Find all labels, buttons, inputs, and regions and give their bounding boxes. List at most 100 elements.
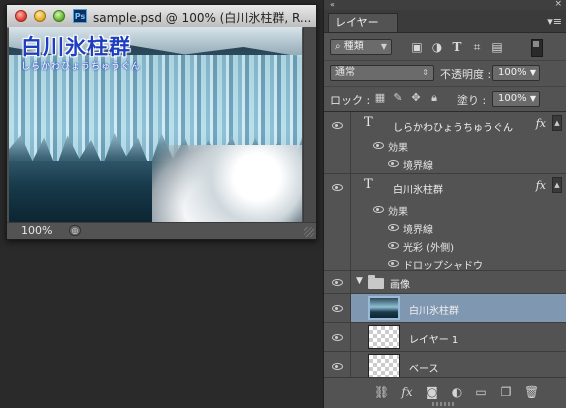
lock-all-icon[interactable]: 🔒︎ [428, 92, 440, 104]
document-status-bar: 100% ◎ [7, 222, 316, 239]
lock-row: ロック : ▦ ✎ ✥ 🔒︎ 塗り : 100% ▼ [324, 87, 566, 112]
tab-layers[interactable]: レイヤー [328, 13, 398, 32]
filter-toggle-knob [533, 41, 539, 47]
eye-icon[interactable] [388, 224, 399, 231]
effects-label: 効果 [388, 207, 408, 218]
layers-bottom-toolbar: ⛓︎ fx ◙ ◐ ▭ ❐ 🗑︎ [324, 377, 566, 408]
blend-mode-select[interactable]: 通常 ⇕ [330, 65, 434, 81]
filter-shape-icon[interactable]: ⌗ [470, 40, 484, 54]
layer-name[interactable]: しらかわひょうちゅうぐん [393, 119, 513, 134]
layer-name[interactable]: レイヤー 1 [409, 331, 458, 346]
effects-expand-toggle[interactable]: ▲ [552, 115, 562, 131]
text-layer-icon: T [364, 115, 373, 130]
add-mask-icon[interactable]: ◙ [425, 385, 439, 399]
effect-name[interactable]: 境界線 [403, 157, 433, 172]
eye-icon[interactable] [373, 206, 384, 213]
layer-name[interactable]: 画像 [390, 276, 410, 291]
chevron-down-icon[interactable]: ▼ [530, 66, 536, 80]
eye-icon[interactable] [388, 260, 399, 267]
fx-icon[interactable]: fx [536, 179, 546, 192]
filter-pixel-icon[interactable]: ▣ [410, 40, 424, 54]
new-adjustment-icon[interactable]: ◐ [450, 385, 464, 399]
group-expand-triangle-icon[interactable]: ▼ [356, 276, 363, 286]
eye-icon[interactable] [332, 305, 343, 312]
visibility-column [324, 352, 351, 377]
layer-row-selected[interactable]: 白川氷柱群 [324, 294, 566, 323]
layer-name[interactable]: 白川氷柱群 [393, 181, 443, 196]
resize-grip-icon[interactable] [304, 227, 314, 237]
chevron-down-icon: ▼ [380, 42, 387, 51]
lock-position-icon[interactable]: ✥ [410, 92, 422, 104]
layer-row[interactable]: T 白川氷柱群 fx ▲ 効果 境界線 光彩 (外側) ドロップシャドウ [324, 174, 566, 272]
eye-icon[interactable] [332, 363, 343, 370]
vertical-scrollbar[interactable] [303, 27, 316, 225]
effects-expand-toggle[interactable]: ▲ [552, 177, 562, 193]
close-window-button[interactable] [15, 10, 27, 22]
layer-name[interactable]: 白川氷柱群 [409, 302, 459, 317]
eye-icon[interactable] [388, 160, 399, 167]
effect-name[interactable]: 境界線 [403, 221, 433, 236]
collapse-panel-icon[interactable]: « [330, 0, 335, 9]
document-canvas[interactable]: 白川氷柱群 しらかわひょうちゅうぐん [9, 27, 302, 225]
lock-paint-brush-icon[interactable]: ✎ [392, 92, 404, 104]
lock-transparent-icon[interactable]: ▦ [374, 92, 386, 104]
filter-kind-label: 種類 [343, 41, 364, 52]
filter-toggle-switch[interactable] [531, 39, 543, 57]
filter-search-icon: ⌕ [335, 41, 344, 52]
filter-kind-select[interactable]: ⌕ 種類 ▼ [330, 39, 392, 55]
close-panel-icon[interactable]: × [554, 0, 562, 9]
eye-icon[interactable] [332, 334, 343, 341]
layer-row[interactable]: レイヤー 1 [324, 323, 566, 352]
new-layer-icon[interactable]: ❐ [499, 385, 513, 399]
panel-resize-grip[interactable] [432, 402, 456, 406]
layer-group-row[interactable]: ▼ 画像 [324, 271, 566, 294]
zoom-level[interactable]: 100% [21, 224, 52, 237]
document-title: sample.psd @ 100% (白川氷柱群, R... [93, 11, 312, 25]
add-style-icon[interactable]: fx [400, 385, 414, 399]
fill-value: 100% [498, 93, 527, 104]
zoom-window-button[interactable] [53, 10, 65, 22]
eye-icon[interactable] [373, 142, 384, 149]
panel-menu-icon[interactable]: ▾≡ [547, 15, 562, 28]
layers-list[interactable]: T しらかわひょうちゅうぐん fx ▲ 効果 境界線 T 白川氷柱群 fx ▲ … [324, 112, 566, 377]
chevron-down-icon[interactable]: ▼ [530, 92, 536, 106]
folder-icon [368, 275, 384, 289]
document-window[interactable]: Ps sample.psd @ 100% (白川氷柱群, R... 白川氷柱群 … [6, 4, 317, 240]
effect-name[interactable]: ドロップシャドウ [403, 257, 483, 272]
opacity-value: 100% [498, 67, 527, 78]
eye-icon[interactable] [332, 279, 343, 286]
visibility-column [324, 323, 351, 351]
layer-row[interactable]: ベース [324, 352, 566, 377]
delete-layer-icon[interactable]: 🗑︎ [524, 385, 539, 399]
layer-name[interactable]: ベース [409, 360, 439, 375]
layer-thumbnail [368, 325, 400, 349]
chevron-updown-icon: ⇕ [422, 68, 429, 77]
filter-smartobject-icon[interactable]: ▤ [490, 40, 504, 54]
blend-mode-value: 通常 [335, 67, 355, 78]
opacity-label: 不透明度 : [440, 68, 492, 81]
panel-top-strip: « × [324, 0, 566, 10]
new-group-icon[interactable]: ▭ [474, 385, 488, 399]
fill-label: 塗り : [457, 94, 487, 107]
link-layers-icon[interactable]: ⛓︎ [374, 385, 389, 399]
eye-icon[interactable] [332, 122, 343, 129]
effect-name[interactable]: 光彩 (外側) [403, 239, 454, 254]
fx-icon[interactable]: fx [536, 117, 546, 130]
layer-filter-row: ⌕ 種類 ▼ ▣ ◑ T ⌗ ▤ [324, 34, 566, 61]
opacity-field[interactable]: 100% ▼ [492, 65, 540, 81]
filter-adjustment-icon[interactable]: ◑ [430, 40, 444, 54]
eye-icon[interactable] [388, 242, 399, 249]
layer-thumbnail [368, 296, 400, 320]
fill-field[interactable]: 100% ▼ [492, 91, 540, 107]
text-layer-icon: T [364, 177, 373, 192]
layer-row[interactable]: T しらかわひょうちゅうぐん fx ▲ 効果 境界線 [324, 112, 566, 174]
visibility-column [324, 294, 351, 322]
filter-type-icon[interactable]: T [450, 40, 464, 54]
document-titlebar[interactable]: Ps sample.psd @ 100% (白川氷柱群, R... [7, 5, 316, 28]
minimize-window-button[interactable] [34, 10, 46, 22]
status-menu-icon[interactable]: ◎ [69, 225, 81, 236]
canvas-title-text: 白川氷柱群 [21, 35, 131, 59]
panel-tab-bar: レイヤー ▾≡ [324, 10, 566, 33]
eye-icon[interactable] [332, 184, 343, 191]
visibility-column [324, 271, 351, 293]
